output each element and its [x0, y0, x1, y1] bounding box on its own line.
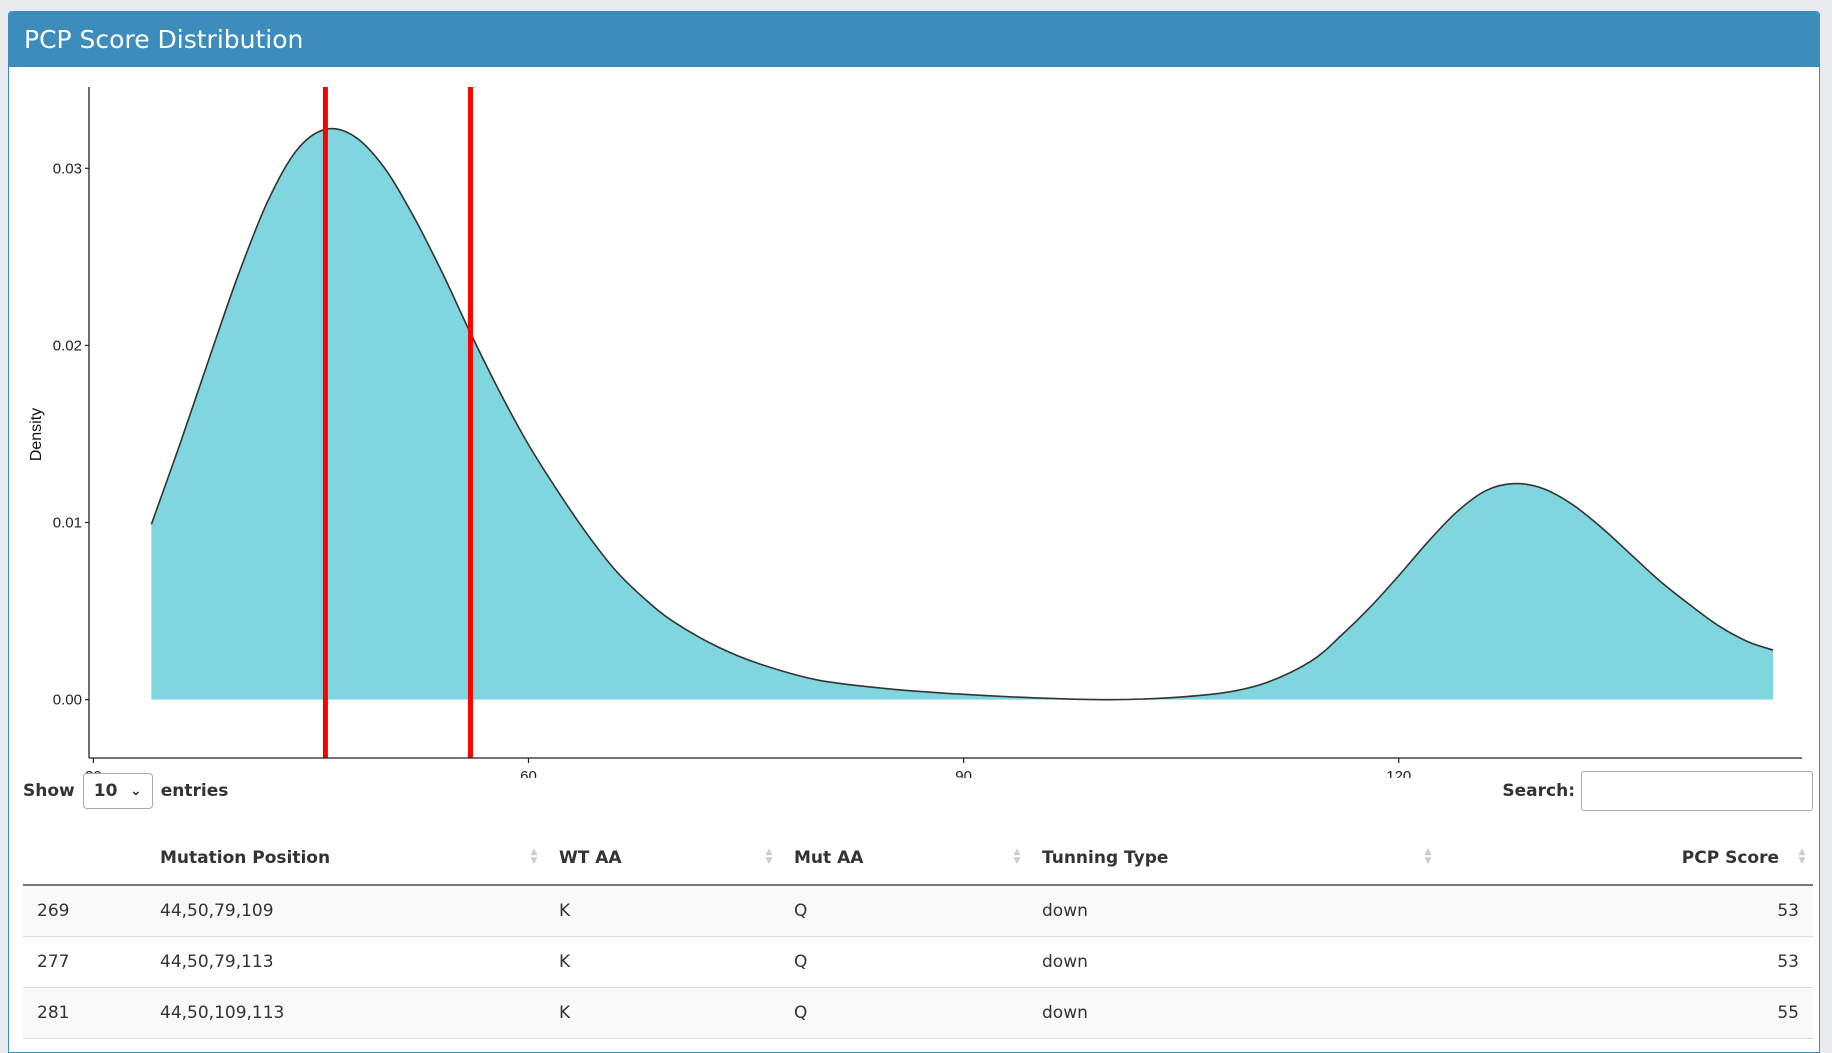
y-tick-label: 0.02 [53, 337, 82, 354]
cell-pcp-score: 53 [1439, 885, 1813, 937]
cell-index: 281 [23, 987, 146, 1039]
density-chart: 0.000.010.020.03306090120PCP ScoreDensit… [9, 68, 1819, 778]
column-header-mut-aa[interactable]: Mut AA ▲ ▼ [780, 832, 1028, 886]
sort-icon: ▲ ▼ [1798, 847, 1806, 866]
cell-tunning-type: down [1028, 987, 1439, 1039]
y-tick-label: 0.03 [53, 160, 82, 177]
y-axis-label: Density [28, 408, 45, 461]
cell-tunning-type: down [1028, 936, 1439, 988]
search-control: Search: [1502, 769, 1813, 813]
cell-tunning-type: down [1028, 885, 1439, 937]
density-area [151, 128, 1773, 700]
column-header-index[interactable] [23, 832, 146, 886]
show-label: Show [23, 781, 75, 801]
cell-pcp-score: 53 [1439, 936, 1813, 988]
page-length-control: Show 10 ⌄ entries [23, 769, 228, 813]
cell-mutation-position: 44,50,79,113 [146, 936, 545, 988]
cell-index: 269 [23, 885, 146, 937]
sort-icon: ▲ ▼ [530, 847, 538, 866]
y-tick-label: 0.00 [53, 692, 82, 709]
cell-wt-aa: K [545, 885, 780, 937]
cell-wt-aa: K [545, 987, 780, 1039]
table-header-row: Mutation Position ▲ ▼ WT AA ▲ ▼ Mut AA ▲ ▼ … [23, 832, 1813, 886]
cell-wt-aa: K [545, 936, 780, 988]
search-label: Search: [1502, 781, 1575, 801]
search-input[interactable] [1581, 771, 1813, 811]
cell-mut-aa: Q [780, 936, 1028, 988]
entries-label: entries [160, 781, 229, 801]
sort-icon: ▲ ▼ [1013, 847, 1021, 866]
cell-mutation-position: 44,50,109,113 [146, 987, 545, 1039]
table-controls: Show 10 ⌄ entries Search: [23, 769, 1813, 813]
table-row[interactable]: 277 44,50,79,113 K Q down 53 [23, 936, 1813, 988]
table-row[interactable]: 281 44,50,109,113 K Q down 55 [23, 987, 1813, 1039]
page-length-value: 10 [93, 781, 118, 801]
mutations-table: Mutation Position ▲ ▼ WT AA ▲ ▼ Mut AA ▲ ▼ … [23, 832, 1813, 1039]
panel-title: PCP Score Distribution [9, 12, 1819, 67]
cell-pcp-score: 55 [1439, 987, 1813, 1039]
chevron-down-icon: ⌄ [130, 783, 142, 799]
cell-mut-aa: Q [780, 987, 1028, 1039]
density-chart-svg: 0.000.010.020.03306090120PCP ScoreDensit… [28, 87, 1802, 778]
cell-mutation-position: 44,50,79,109 [146, 885, 545, 937]
cell-index: 277 [23, 936, 146, 988]
column-header-pcp-score[interactable]: PCP Score ▲ ▼ [1439, 832, 1813, 886]
pcp-score-panel: PCP Score Distribution 0.000.010.020.033… [8, 11, 1820, 1053]
table-row[interactable]: 269 44,50,79,109 K Q down 53 [23, 885, 1813, 937]
column-header-wt-aa[interactable]: WT AA ▲ ▼ [545, 832, 780, 886]
sort-icon: ▲ ▼ [765, 847, 773, 866]
sort-icon: ▲ ▼ [1424, 847, 1432, 866]
y-tick-label: 0.01 [53, 515, 82, 532]
column-header-mutation-position[interactable]: Mutation Position ▲ ▼ [146, 832, 545, 886]
cell-mut-aa: Q [780, 885, 1028, 937]
page-length-select[interactable]: 10 ⌄ [82, 773, 153, 809]
column-header-tunning-type[interactable]: Tunning Type ▲ ▼ [1028, 832, 1439, 886]
